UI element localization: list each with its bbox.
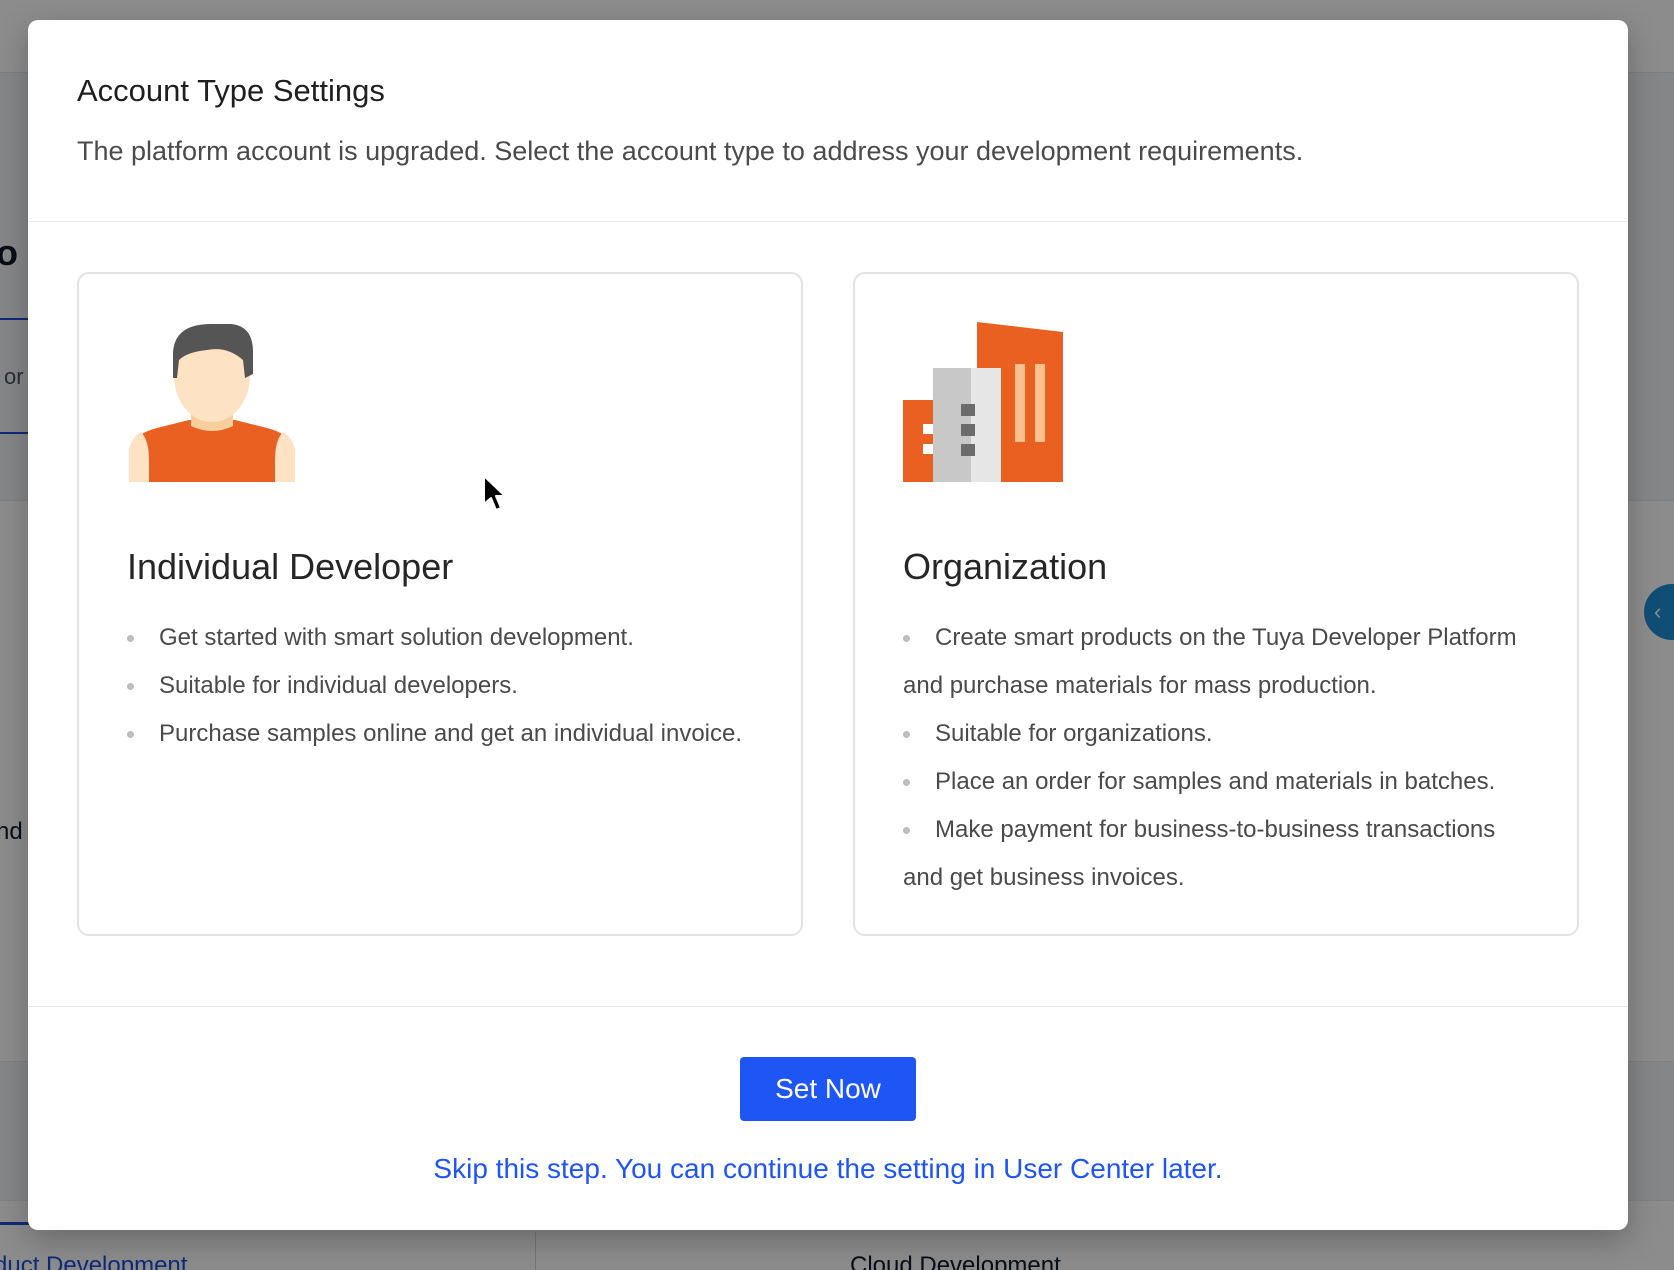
list-item: Create smart products on the Tuya Develo…: [903, 614, 1529, 710]
account-type-modal: Account Type Settings The platform accou…: [28, 20, 1628, 1230]
list-item: Get started with smart solution developm…: [127, 614, 753, 662]
building-icon: [903, 322, 1063, 482]
list-item: Purchase samples online and get an indiv…: [127, 710, 753, 758]
organization-card[interactable]: Organization Create smart products on th…: [853, 272, 1579, 936]
organization-title: Organization: [903, 546, 1108, 587]
modal-body: Individual Developer Get started with sm…: [28, 222, 1628, 1007]
modal-title: Account Type Settings: [77, 73, 385, 108]
person-icon: [129, 324, 295, 482]
list-item: Make payment for business-to-business tr…: [903, 806, 1529, 902]
list-item: Place an order for samples and materials…: [903, 758, 1529, 806]
set-now-button[interactable]: Set Now: [740, 1057, 916, 1121]
list-item: Suitable for organizations.: [903, 710, 1529, 758]
list-item: Suitable for individual developers.: [127, 662, 753, 710]
individual-developer-title: Individual Developer: [127, 546, 454, 587]
skip-step-link[interactable]: Skip this step. You can continue the set…: [28, 1153, 1628, 1185]
modal-header: Account Type Settings The platform accou…: [28, 20, 1628, 222]
modal-description: The platform account is upgraded. Select…: [77, 136, 1304, 167]
individual-developer-card[interactable]: Individual Developer Get started with sm…: [77, 272, 803, 936]
organization-features: Create smart products on the Tuya Develo…: [903, 614, 1529, 902]
modal-footer: Set Now Skip this step. You can continue…: [28, 1007, 1628, 1230]
mouse-pointer-icon: [483, 475, 506, 511]
individual-developer-features: Get started with smart solution developm…: [127, 614, 753, 758]
